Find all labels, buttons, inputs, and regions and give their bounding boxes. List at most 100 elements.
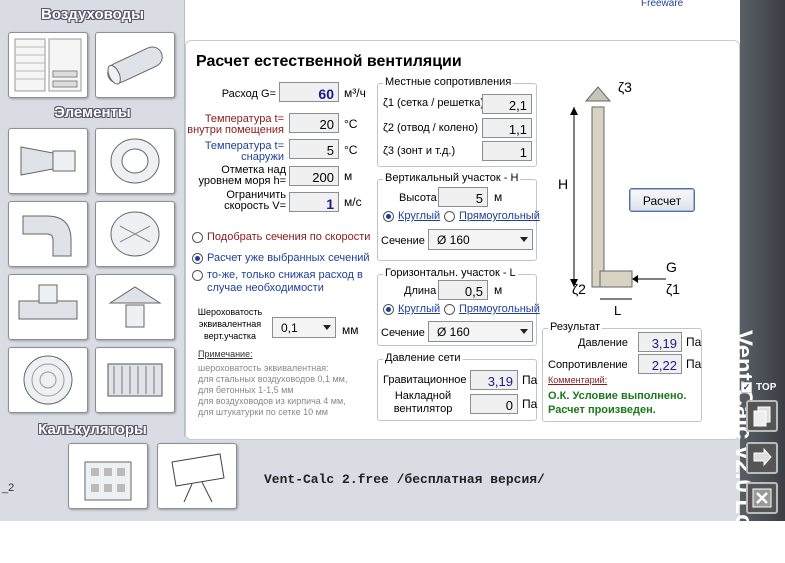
round-grille-icon	[23, 355, 73, 405]
thumb-calc-drafting[interactable]	[157, 443, 237, 509]
mode-radio-reduce-flow[interactable]	[192, 270, 203, 281]
altitude-label: Отметка над уровнем моря h=	[198, 164, 287, 187]
thumb-element-grille[interactable]	[95, 201, 175, 267]
export-button[interactable]	[746, 442, 778, 474]
mode-radio-selected-sections[interactable]	[192, 253, 203, 264]
note-title: Примечание:	[198, 349, 253, 359]
mode-label-selected-sections: Расчет уже выбранных сечений	[207, 252, 370, 264]
diagram-z3: ζ3	[618, 79, 632, 95]
z1-input[interactable]: 2,1	[482, 94, 532, 114]
height-label: Высота	[399, 192, 437, 204]
thumb-element-elbow[interactable]	[8, 201, 88, 267]
fan-input[interactable]: 0	[470, 394, 518, 414]
roughness-unit: мм	[342, 323, 359, 337]
chevron-down-icon	[520, 329, 528, 334]
temp-out-unit: °С	[344, 143, 358, 157]
thumb-calc-building[interactable]	[68, 443, 148, 509]
tee-icon	[18, 284, 78, 320]
local-res-title: Местные сопротивления	[383, 76, 514, 88]
table-icon	[14, 38, 82, 92]
vertical-title: Вертикальный участок - H	[383, 172, 521, 184]
vertical-section-value: Ø 160	[437, 233, 470, 247]
thumb-element-valve[interactable]	[95, 128, 175, 194]
roof-cap-icon	[108, 286, 162, 328]
thumb-duct-pipe[interactable]	[95, 32, 175, 98]
speed-label: Ограничить скорость V=	[224, 189, 286, 212]
result-resistance-label: Сопротивление	[548, 359, 628, 371]
chevron-down-icon	[323, 325, 331, 330]
z2-input[interactable]: 1,1	[482, 118, 532, 138]
result-pressure-unit: Па	[686, 335, 702, 349]
roughness-label: Шероховатость эквивалентная верт.участка	[197, 307, 263, 341]
horizontal-radio-round[interactable]	[383, 304, 394, 315]
diagram-z1: ζ1	[666, 281, 680, 297]
horizontal-section-value: Ø 160	[437, 325, 470, 339]
flow-input[interactable]: 60	[279, 82, 339, 102]
copy-pages-icon	[753, 406, 771, 427]
export-arrow-icon	[753, 447, 772, 467]
heater-icon	[107, 363, 163, 397]
comment-label[interactable]: Комментарий:	[548, 375, 607, 385]
temp-in-input[interactable]: 20	[289, 113, 339, 133]
speed-input[interactable]: 1	[289, 192, 339, 212]
section-title-calculators: Калькуляторы	[38, 421, 147, 438]
thumb-duct-table[interactable]	[8, 32, 88, 98]
section-title-ducts: Воздуховоды	[41, 6, 144, 23]
grav-unit: Па	[522, 373, 538, 387]
horizontal-section-select[interactable]: Ø 160	[428, 321, 533, 342]
horizontal-label-rect[interactable]: Прямоугольный	[459, 303, 540, 315]
close-button[interactable]	[746, 482, 778, 514]
diagram-l: L	[614, 303, 622, 318]
speed-unit: м/с	[344, 195, 362, 209]
grille-icon	[110, 211, 160, 257]
main-panel: Расчет естественной вентиляции Расход G=…	[185, 40, 740, 440]
result-resistance-value: 2,22	[638, 354, 682, 374]
comment-text: О.К. Условие выполнено. Расчет произведе…	[548, 390, 687, 416]
pressure-title: Давление сети	[383, 352, 463, 364]
fan-label: Накладной вентилятор	[393, 390, 453, 415]
freeware-link[interactable]: Freeware	[641, 0, 683, 9]
z3-label: ζ3 (зонт и т.д.)	[383, 145, 456, 157]
height-input[interactable]: 5	[438, 187, 488, 207]
height-unit: м	[494, 190, 503, 204]
vertical-label-rect[interactable]: Прямоугольный	[459, 210, 540, 222]
result-resistance-unit: Па	[686, 357, 702, 371]
top-label: TOP	[756, 382, 777, 393]
horizontal-radio-rect[interactable]	[444, 304, 455, 315]
thumb-element-round-grille[interactable]	[8, 347, 88, 413]
temp-out-input[interactable]: 5	[289, 139, 339, 159]
reducer-icon	[20, 146, 76, 176]
result-title: Результат	[548, 321, 603, 333]
vertical-section-label: Сечение	[381, 235, 425, 247]
vertical-section-select[interactable]: Ø 160	[428, 229, 533, 250]
calculate-button[interactable]: Расчет	[629, 188, 695, 212]
copy-button[interactable]	[746, 400, 778, 432]
diagram-h: H	[558, 176, 569, 192]
length-unit: м	[494, 283, 503, 297]
thumb-element-heater[interactable]	[95, 347, 175, 413]
arrow-left-icon	[632, 275, 638, 283]
fan-unit: Па	[522, 397, 538, 411]
section-title-elements: Элементы	[54, 104, 131, 121]
vertical-radio-round[interactable]	[383, 211, 394, 222]
top-checkbox[interactable]: ✓	[741, 382, 752, 393]
diagram-z2: ζ2	[572, 281, 586, 297]
page-title: Расчет естественной вентиляции	[196, 53, 462, 70]
thumb-element-tee[interactable]	[8, 274, 88, 340]
grav-label: Гравитационное	[383, 374, 467, 386]
mode-label-select-by-speed: Подобрать сечения по скорости	[207, 231, 371, 243]
z3-input[interactable]: 1	[482, 141, 532, 161]
horizontal-label-round[interactable]: Круглый	[398, 303, 440, 315]
note-body: шероховатость эквивалентная: для стальны…	[198, 363, 348, 417]
chevron-down-icon	[520, 237, 528, 242]
thumb-element-reducer[interactable]	[8, 128, 88, 194]
valve-icon	[110, 138, 160, 184]
thumb-element-cap[interactable]	[95, 274, 175, 340]
vertical-label-round[interactable]: Круглый	[398, 210, 440, 222]
vertical-radio-rect[interactable]	[444, 211, 455, 222]
mode-radio-select-by-speed[interactable]	[192, 232, 203, 243]
roughness-select[interactable]: 0,1	[272, 317, 336, 338]
altitude-input[interactable]: 200	[289, 166, 339, 186]
length-input[interactable]: 0,5	[438, 280, 488, 300]
close-icon	[752, 488, 772, 508]
